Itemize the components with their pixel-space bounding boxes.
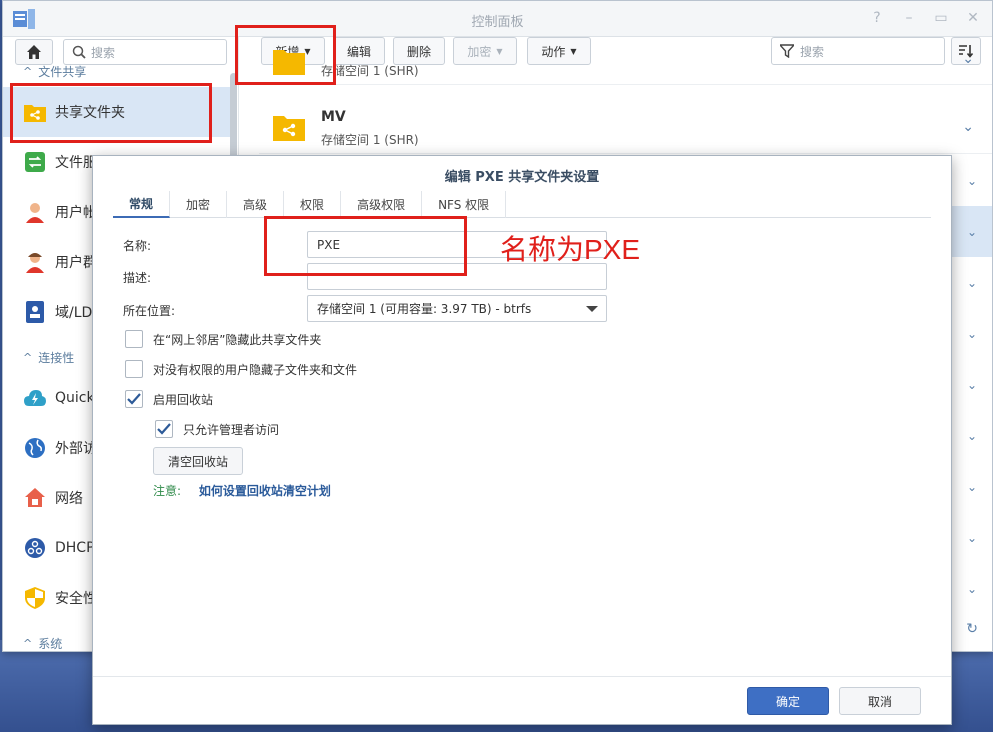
chevron-up-icon: ^: [23, 351, 33, 364]
section-system[interactable]: ^ 系统: [23, 635, 62, 652]
note: 注意: 如何设置回收站清空计划: [153, 482, 331, 499]
file-service-icon: [23, 150, 47, 174]
sidebar-item-label: DHCP: [55, 540, 95, 556]
close-icon[interactable]: ✕: [964, 10, 982, 26]
help-icon[interactable]: ?: [868, 10, 886, 26]
title-bar: 控制面板 ? – ▭ ✕: [3, 1, 992, 37]
checkmark-icon: [157, 423, 171, 435]
hide-network-checkbox[interactable]: [125, 330, 143, 348]
note-label: 注意:: [153, 484, 182, 498]
highlight-box-create: [235, 25, 336, 85]
sidebar-item-label: 用户帐: [55, 205, 97, 221]
dialog-footer: 确定 取消: [93, 676, 951, 724]
shared-folder-icon: [273, 116, 305, 141]
dialog-tabs: 常规 加密 高级 权限 高级权限 NFS 权限: [113, 191, 931, 218]
sidebar-item-label: Quick: [55, 390, 95, 406]
section-connectivity-label: 连接性: [38, 351, 75, 365]
sidebar-item-label: 网络: [55, 491, 83, 507]
user-account-icon: [23, 200, 47, 224]
network-icon: [23, 486, 47, 510]
checkmark-icon: [127, 393, 141, 405]
recycle-schedule-link[interactable]: 如何设置回收站清空计划: [199, 484, 331, 498]
hide-subfolders-checkbox[interactable]: [125, 360, 143, 378]
clear-recycle-bin-button[interactable]: 清空回收站: [153, 447, 243, 475]
user-group-icon: [23, 250, 47, 274]
location-select[interactable]: 存储空间 1 (可用容量: 3.97 TB) - btrfs: [307, 295, 607, 322]
tab-permissions[interactable]: 权限: [284, 191, 342, 218]
recycle-bin-label: 启用回收站: [153, 392, 214, 407]
dialog-title: 编辑 PXE 共享文件夹设置: [444, 170, 600, 185]
chevron-down-icon[interactable]: ⌄: [952, 206, 992, 257]
admin-only-checkbox-row[interactable]: 只允许管理者访问: [155, 420, 279, 438]
folder-location: 存储空间 1 (SHR): [321, 133, 419, 147]
sidebar-item-label: 安全性: [55, 591, 97, 607]
hide-network-label: 在“网上邻居”隐藏此共享文件夹: [153, 332, 322, 347]
chevron-up-icon: ^: [23, 65, 33, 78]
hide-network-checkbox-row[interactable]: 在“网上邻居”隐藏此共享文件夹: [125, 330, 321, 348]
external-access-icon: [23, 436, 47, 460]
chevron-down-icon[interactable]: ⌄: [952, 563, 992, 614]
section-connectivity[interactable]: ^ 连接性: [23, 349, 74, 366]
dhcp-icon: [23, 536, 47, 560]
list-item[interactable]: MV 存储空间 1 (SHR) ⌄: [259, 103, 992, 154]
cancel-button[interactable]: 取消: [839, 687, 921, 715]
chevron-up-icon: ^: [23, 637, 33, 650]
admin-only-label: 只允许管理者访问: [183, 422, 280, 437]
tab-encryption[interactable]: 加密: [170, 191, 228, 218]
sidebar-item-label: 外部访: [55, 441, 97, 457]
tab-general[interactable]: 常规: [113, 191, 171, 218]
description-label: 描述:: [123, 271, 152, 285]
chevron-down-icon[interactable]: ⌄: [952, 359, 992, 410]
recycle-bin-checkbox[interactable]: [125, 390, 143, 408]
window-title: 控制面板: [471, 15, 524, 30]
section-system-label: 系统: [38, 637, 63, 651]
tab-advanced-permissions[interactable]: 高级权限: [341, 191, 423, 218]
list-item[interactable]: 存储空间 1 (SHR) ⌄: [259, 50, 992, 85]
location-label: 所在位置:: [123, 304, 176, 318]
home-button[interactable]: [15, 39, 53, 65]
caret-down-icon: [586, 306, 598, 312]
ok-button[interactable]: 确定: [747, 687, 829, 715]
sidebar-search-placeholder: 搜索: [91, 45, 116, 60]
chevron-down-icon[interactable]: ⌄: [952, 257, 992, 308]
refresh-icon[interactable]: ↻: [966, 621, 978, 637]
sidebar-item-label: 文件服: [55, 155, 97, 171]
quickconnect-icon: [23, 386, 47, 410]
chevron-down-icon[interactable]: ⌄: [952, 461, 992, 512]
sidebar-search-input[interactable]: 搜索: [63, 39, 227, 65]
chevron-down-icon[interactable]: ⌄: [952, 155, 992, 206]
name-label: 名称:: [123, 239, 152, 253]
maximize-icon[interactable]: ▭: [932, 10, 950, 26]
tab-nfs-permissions[interactable]: NFS 权限: [422, 191, 507, 218]
hide-subfolders-checkbox-row[interactable]: 对没有权限的用户隐藏子文件夹和文件: [125, 360, 357, 378]
chevron-down-icon[interactable]: ⌄: [952, 308, 992, 359]
chevron-down-icon[interactable]: ⌄: [952, 410, 992, 461]
hide-subfolders-label: 对没有权限的用户隐藏子文件夹和文件: [153, 362, 358, 377]
annotation-text: 名称为PXE: [500, 234, 641, 265]
domain-ldap-icon: [23, 300, 47, 324]
chevron-down-icon[interactable]: ⌄: [962, 119, 974, 135]
folder-name: MV: [321, 109, 346, 125]
location-select-value: 存储空间 1 (可用容量: 3.97 TB) - btrfs: [317, 302, 532, 316]
recycle-bin-checkbox-row[interactable]: 启用回收站: [125, 390, 213, 408]
chevron-down-icon[interactable]: ⌄: [962, 51, 974, 67]
admin-only-checkbox[interactable]: [155, 420, 173, 438]
chevron-down-icon[interactable]: ⌄: [952, 512, 992, 563]
minimize-icon[interactable]: –: [900, 10, 918, 26]
section-file-sharing[interactable]: ^ 文件共享: [23, 63, 86, 80]
tab-advanced[interactable]: 高级: [227, 191, 285, 218]
highlight-box-name-field: [264, 216, 467, 276]
search-icon: [72, 45, 86, 59]
home-icon: [27, 45, 41, 59]
section-file-sharing-label: 文件共享: [38, 65, 87, 79]
security-shield-icon: [23, 586, 47, 610]
sidebar-item-label: 用户群: [55, 255, 97, 271]
highlight-box-shared-folder: [10, 83, 212, 143]
